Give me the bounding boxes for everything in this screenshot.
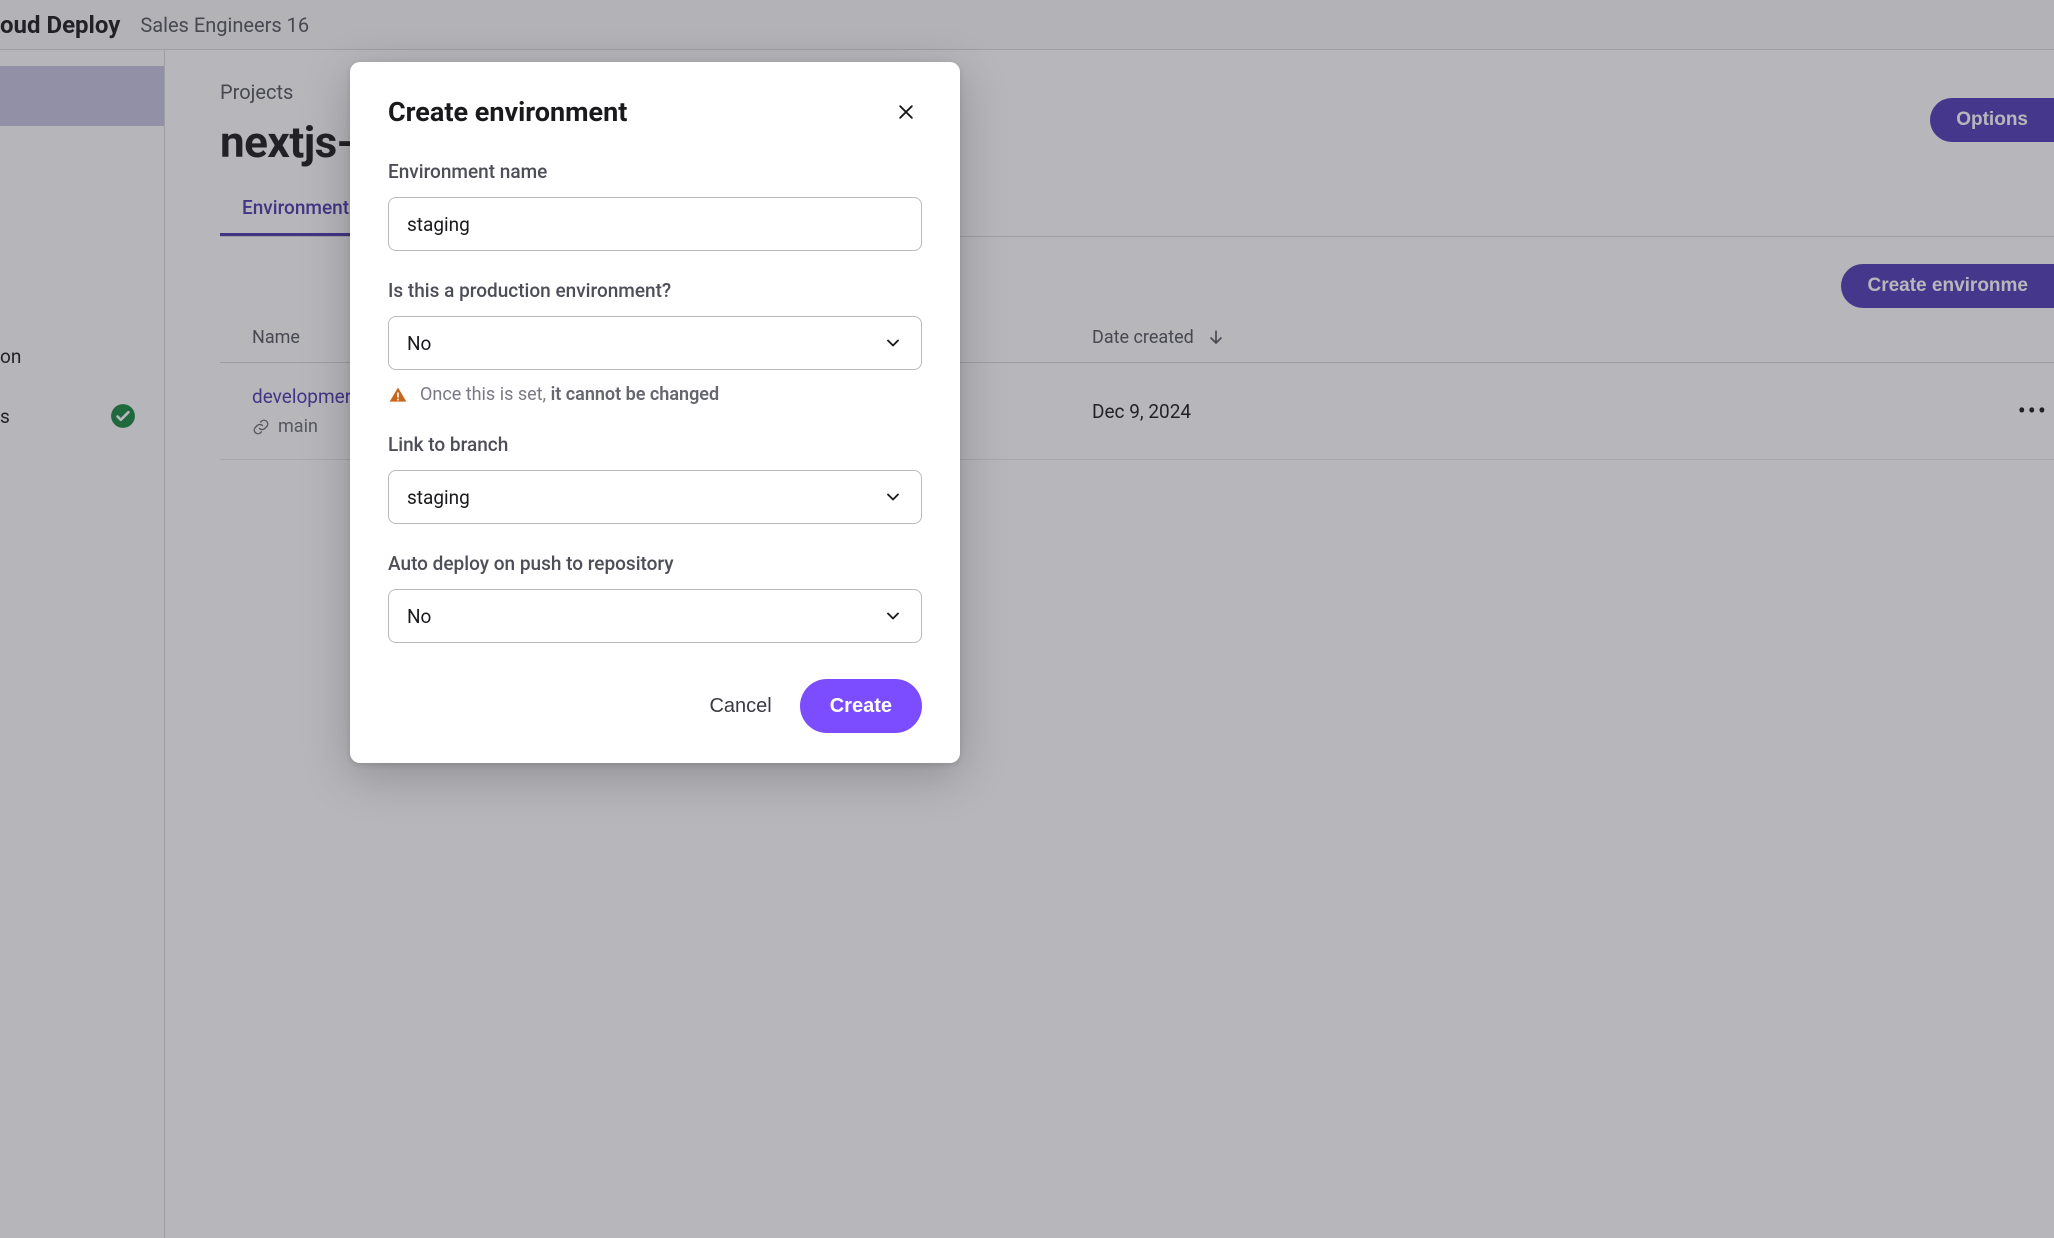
close-button[interactable] [890, 96, 922, 128]
field-label: Environment name [388, 160, 922, 183]
chevron-down-icon [883, 487, 903, 507]
field-label: Link to branch [388, 433, 922, 456]
field-label: Is this a production environment? [388, 279, 922, 302]
select-value: staging [407, 486, 470, 509]
chevron-down-icon [883, 606, 903, 626]
field-link-branch: Link to branch staging [388, 433, 922, 524]
link-branch-select[interactable]: staging [388, 470, 922, 524]
auto-deploy-select[interactable]: No [388, 589, 922, 643]
chevron-down-icon [883, 333, 903, 353]
field-is-production: Is this a production environment? No Onc… [388, 279, 922, 405]
create-environment-modal: Create environment Environment name Is t… [350, 62, 960, 763]
production-warning: Once this is set, it cannot be changed [388, 384, 922, 405]
environment-name-input[interactable] [388, 197, 922, 251]
cancel-button[interactable]: Cancel [709, 695, 771, 718]
select-value: No [407, 605, 431, 628]
close-icon [896, 102, 916, 122]
modal-backdrop[interactable] [0, 0, 2054, 1238]
field-environment-name: Environment name [388, 160, 922, 251]
field-auto-deploy: Auto deploy on push to repository No [388, 552, 922, 643]
field-label: Auto deploy on push to repository [388, 552, 922, 575]
warning-text: Once this is set, it cannot be changed [420, 384, 719, 405]
warning-icon [388, 385, 408, 405]
is-production-select[interactable]: No [388, 316, 922, 370]
select-value: No [407, 332, 431, 355]
environment-name-input-el[interactable] [407, 213, 903, 236]
modal-title: Create environment [388, 96, 627, 128]
modal-footer: Cancel Create [388, 679, 922, 733]
create-button[interactable]: Create [800, 679, 922, 733]
